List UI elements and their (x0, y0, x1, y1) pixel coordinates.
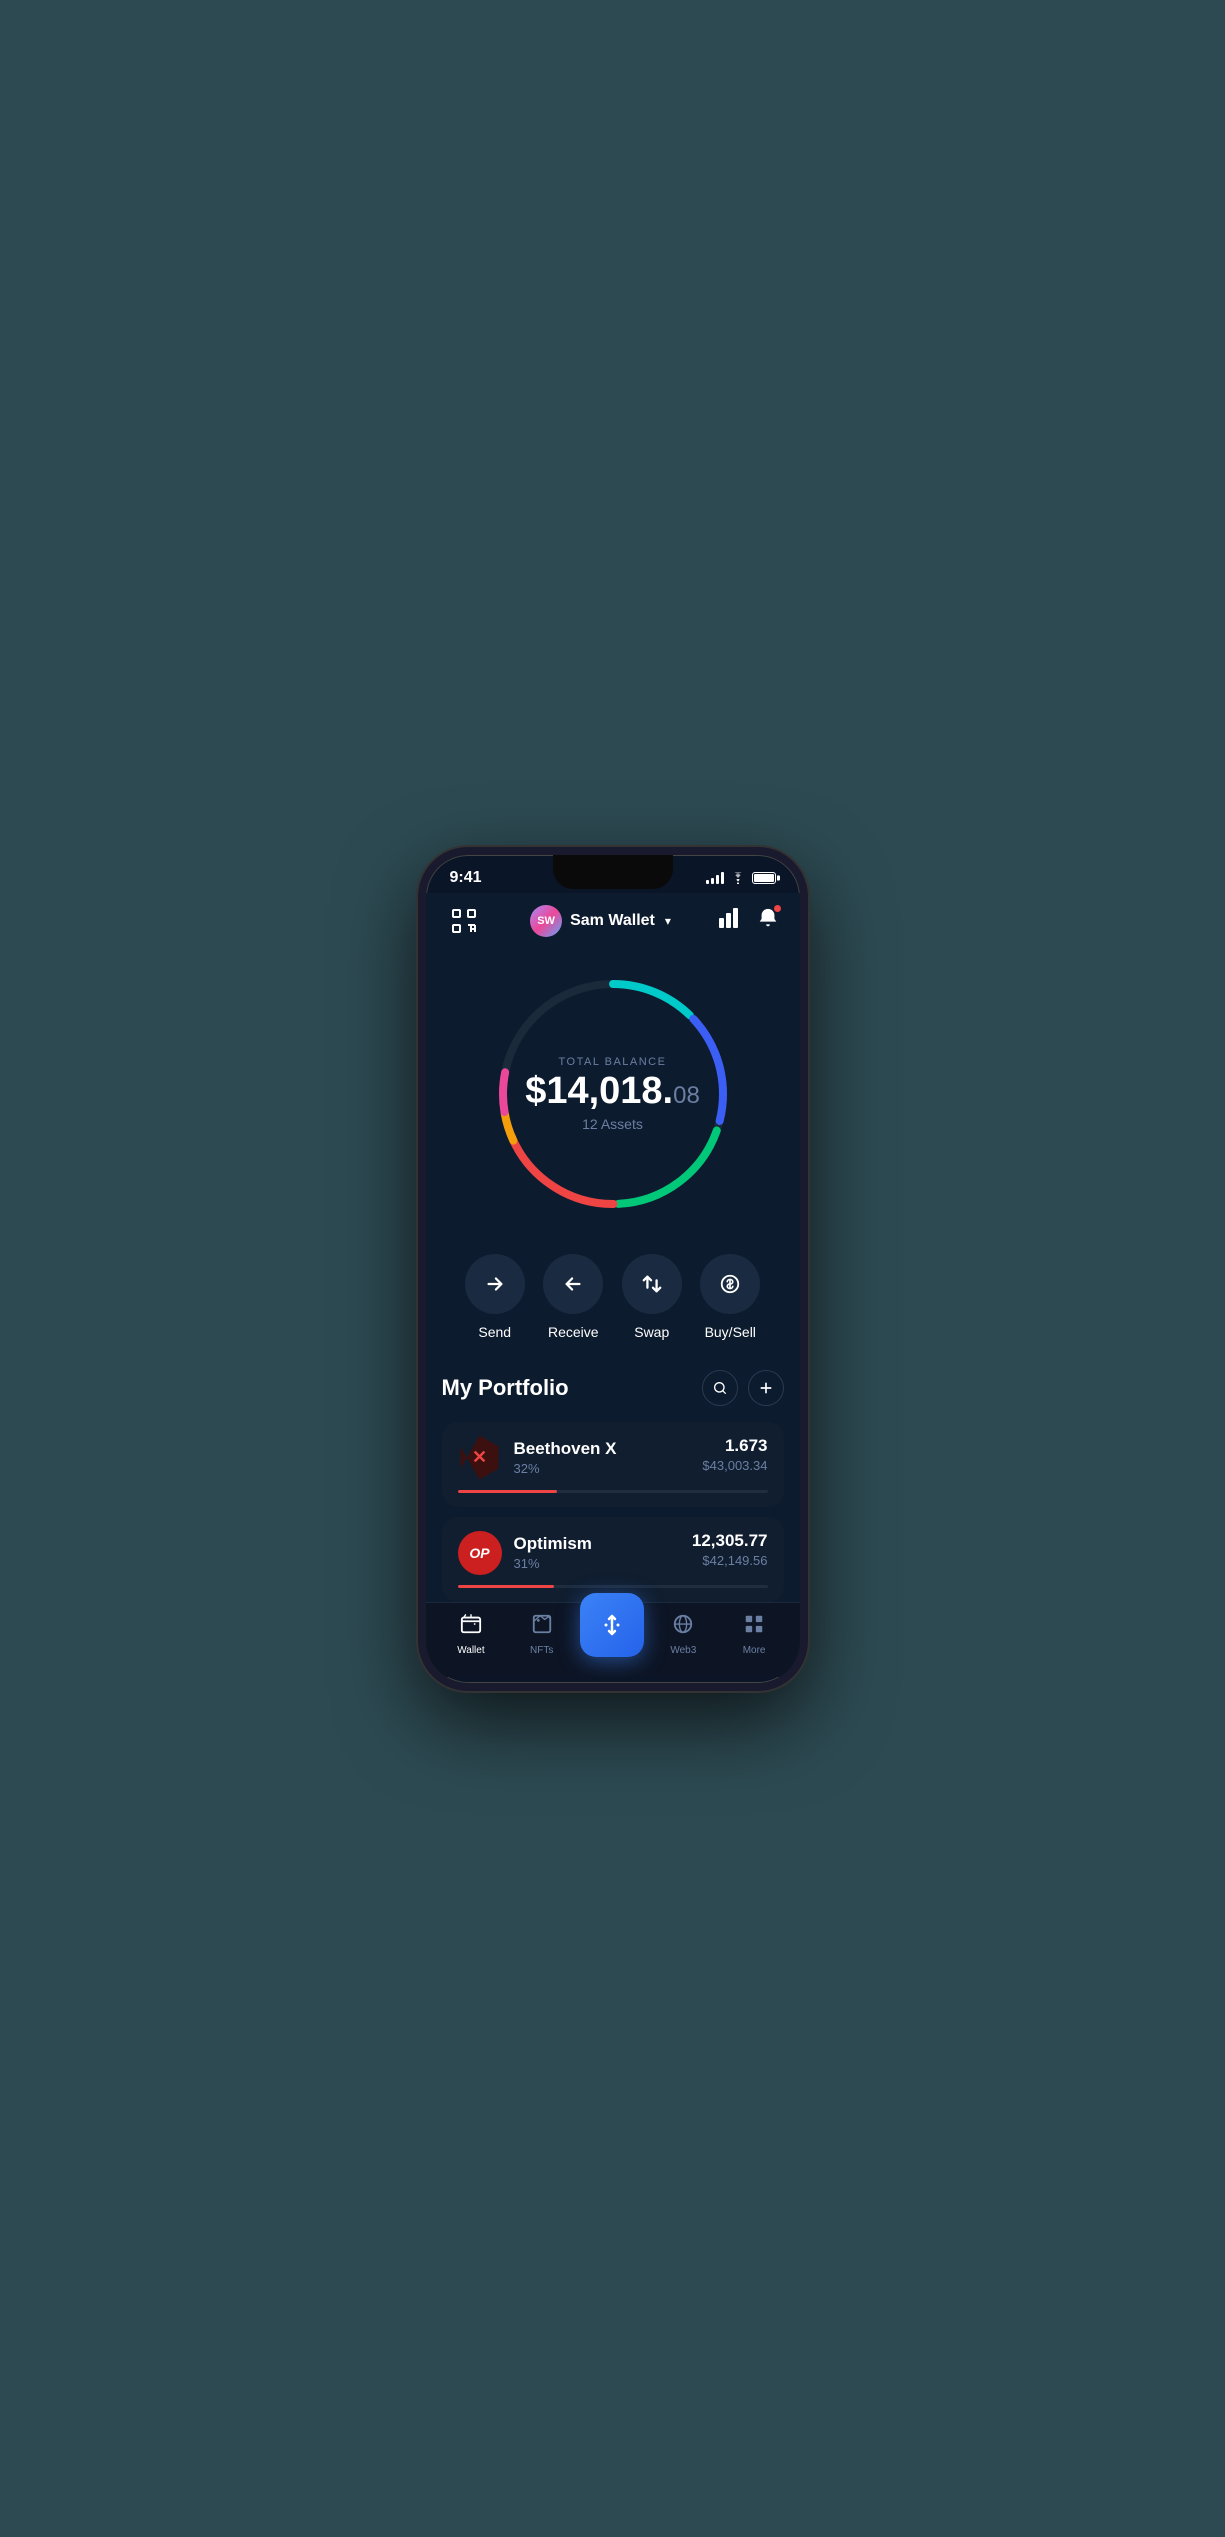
optimism-pct: 31% (514, 1556, 592, 1571)
balance-display: $14,018.08 (525, 1072, 700, 1110)
assets-count: 12 Assets (582, 1116, 643, 1132)
wallet-nav-icon (460, 1613, 482, 1641)
nav-item-more[interactable]: More (719, 1613, 790, 1656)
optimism-progress-fill (458, 1585, 554, 1588)
portfolio-search-button[interactable] (702, 1370, 738, 1406)
portfolio-item-row: ✕ Beethoven X 32% 1.673 $43,003.34 (458, 1436, 768, 1480)
buysell-label: Buy/Sell (705, 1324, 756, 1340)
web3-nav-icon (672, 1613, 694, 1641)
status-icons (706, 872, 776, 884)
notifications-bell-icon[interactable] (757, 907, 779, 935)
portfolio-item-left: ✕ Beethoven X 32% (458, 1436, 617, 1480)
optimism-amount: 12,305.77 (692, 1531, 768, 1551)
optimism-progress-bar (458, 1585, 768, 1588)
balance-whole: $14,018. (525, 1072, 673, 1110)
wallet-name-label: Sam Wallet (570, 912, 655, 930)
receive-label: Receive (548, 1324, 599, 1340)
notch (553, 855, 673, 889)
portfolio-item-row: OP Optimism 31% 12,305.77 $42,149.56 (458, 1531, 768, 1575)
portfolio-item[interactable]: ✕ Beethoven X 32% 1.673 $43,003.34 (442, 1422, 784, 1507)
buysell-button[interactable]: Buy/Sell (700, 1254, 760, 1340)
nfts-nav-icon (531, 1613, 553, 1641)
receive-icon (543, 1254, 603, 1314)
beethoven-x-amount: 1.673 (702, 1436, 767, 1456)
beethoven-x-usd: $43,003.34 (702, 1458, 767, 1473)
total-balance-label: TOTAL BALANCE (559, 1056, 667, 1068)
more-nav-label: More (743, 1645, 766, 1656)
portfolio-section-title: My Portfolio (442, 1375, 569, 1401)
portfolio-section-header: My Portfolio (442, 1370, 784, 1406)
signal-bars-icon (706, 872, 724, 884)
beethoven-x-name: Beethoven X (514, 1439, 617, 1459)
optimism-info: Optimism 31% (514, 1534, 592, 1571)
bottom-navigation: Wallet NFTs (426, 1602, 800, 1677)
portfolio-item-right: 1.673 $43,003.34 (702, 1436, 767, 1473)
scan-icon[interactable] (446, 903, 482, 939)
swap-label: Swap (634, 1324, 669, 1340)
nav-item-wallet[interactable]: Wallet (436, 1613, 507, 1656)
main-screen: SW Sam Wallet ▾ (426, 893, 800, 1677)
portfolio-circle-container: TOTAL BALANCE $14,018.08 12 Assets (426, 954, 800, 1244)
receive-button[interactable]: Receive (543, 1254, 603, 1340)
status-time: 9:41 (450, 869, 482, 887)
optimism-usd: $42,149.56 (692, 1553, 768, 1568)
circle-center-content: TOTAL BALANCE $14,018.08 12 Assets (525, 1056, 700, 1132)
center-action-button[interactable] (580, 1593, 644, 1657)
optimism-values: 12,305.77 $42,149.56 (692, 1531, 768, 1568)
phone-frame: 9:41 (418, 847, 808, 1691)
beethoven-x-progress-fill (458, 1490, 557, 1493)
portfolio-add-button[interactable] (748, 1370, 784, 1406)
wallet-nav-label: Wallet (457, 1645, 484, 1656)
swap-icon (622, 1254, 682, 1314)
send-label: Send (478, 1324, 511, 1340)
beethoven-x-pct: 32% (514, 1461, 617, 1476)
optimism-name: Optimism (514, 1534, 592, 1554)
beethoven-x-icon: ✕ (458, 1436, 502, 1480)
nav-item-center[interactable] (577, 1613, 648, 1657)
balance-cents: 08 (673, 1082, 700, 1110)
web3-nav-label: Web3 (670, 1645, 696, 1656)
portfolio-item-left: OP Optimism 31% (458, 1531, 592, 1575)
portfolio-header-actions (702, 1370, 784, 1406)
beethoven-x-info: Beethoven X 32% (514, 1439, 617, 1476)
wifi-icon (730, 872, 746, 884)
header: SW Sam Wallet ▾ (426, 893, 800, 954)
swap-button[interactable]: Swap (622, 1254, 682, 1340)
wallet-selector[interactable]: SW Sam Wallet ▾ (530, 905, 671, 937)
notification-dot (773, 904, 782, 913)
chevron-down-icon: ▾ (665, 914, 671, 928)
beethoven-x-progress-bar (458, 1490, 768, 1493)
send-icon (465, 1254, 525, 1314)
nav-item-web3[interactable]: Web3 (648, 1613, 719, 1656)
chart-icon[interactable] (719, 908, 743, 934)
battery-icon (752, 872, 776, 884)
nfts-nav-label: NFTs (530, 1645, 553, 1656)
wallet-avatar: SW (530, 905, 562, 937)
more-nav-icon (743, 1613, 765, 1641)
portfolio-item[interactable]: OP Optimism 31% 12,305.77 $42,149.56 (442, 1517, 784, 1602)
nav-item-nfts[interactable]: NFTs (506, 1613, 577, 1656)
header-actions (719, 907, 779, 935)
optimism-icon: OP (458, 1531, 502, 1575)
buysell-icon (700, 1254, 760, 1314)
send-button[interactable]: Send (465, 1254, 525, 1340)
action-buttons: Send Receive Swap (426, 1244, 800, 1370)
